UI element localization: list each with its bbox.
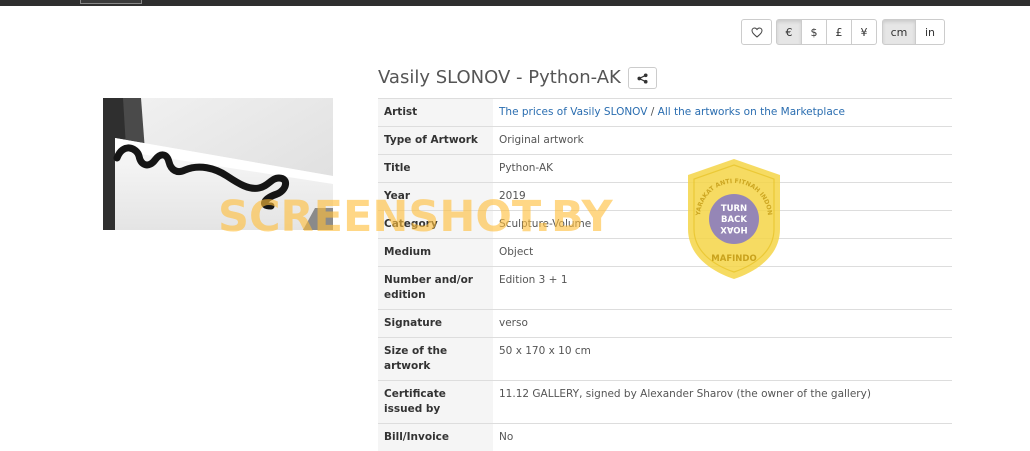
artist-prices-link[interactable]: The prices of Vasily SLONOV <box>499 106 647 118</box>
table-row: Title Python-AK <box>378 155 952 183</box>
table-row: Number and/or edition Edition 3 + 1 <box>378 267 952 310</box>
site-logo[interactable] <box>80 0 142 4</box>
bill-label: Bill/Invoice <box>378 424 493 451</box>
currency-eur-button[interactable]: € <box>776 19 802 45</box>
top-navigation-bar <box>0 0 1030 6</box>
medium-value: Object <box>493 239 952 267</box>
unit-in-button[interactable]: in <box>916 19 945 45</box>
unit-cm-button[interactable]: cm <box>882 19 916 45</box>
year-label: Year <box>378 183 493 211</box>
artist-label: Artist <box>378 99 493 127</box>
link-separator: / <box>647 106 657 118</box>
title-label: Title <box>378 155 493 183</box>
favorite-button[interactable] <box>741 19 772 45</box>
table-row: Signature verso <box>378 310 952 338</box>
page-title: Vasily SLONOV - Python-AK <box>378 67 621 89</box>
table-row: Type of Artwork Original artwork <box>378 127 952 155</box>
table-row: Bill/Invoice No <box>378 424 952 451</box>
table-row: Certificate issued by 11.12 GALLERY, sig… <box>378 381 952 424</box>
artwork-photo[interactable] <box>103 98 333 230</box>
table-row: Artist The prices of Vasily SLONOV / All… <box>378 99 952 127</box>
currency-jpy-button[interactable]: ¥ <box>852 19 877 45</box>
type-value: Original artwork <box>493 127 952 155</box>
category-value: Sculpture-Volume <box>493 211 952 239</box>
marketplace-artworks-link[interactable]: All the artworks on the Marketplace <box>658 106 845 118</box>
size-label: Size of the artwork <box>378 338 493 381</box>
certificate-value: 11.12 GALLERY, signed by Alexander Sharo… <box>493 381 952 424</box>
currency-usd-button[interactable]: $ <box>802 19 827 45</box>
table-row: Category Sculpture-Volume <box>378 211 952 239</box>
edition-label: Number and/or edition <box>378 267 493 310</box>
year-value: 2019 <box>493 183 952 211</box>
artist-value: The prices of Vasily SLONOV / All the ar… <box>493 99 952 127</box>
title-value: Python-AK <box>493 155 952 183</box>
share-icon <box>637 73 648 84</box>
edition-value: Edition 3 + 1 <box>493 267 952 310</box>
table-row: Medium Object <box>378 239 952 267</box>
heart-icon <box>751 27 763 38</box>
currency-gbp-button[interactable]: £ <box>827 19 852 45</box>
category-label: Category <box>378 211 493 239</box>
type-label: Type of Artwork <box>378 127 493 155</box>
certificate-label: Certificate issued by <box>378 381 493 424</box>
size-value: 50 x 170 x 10 cm <box>493 338 952 381</box>
share-button[interactable] <box>628 67 657 89</box>
signature-value: verso <box>493 310 952 338</box>
table-row: Year 2019 <box>378 183 952 211</box>
signature-label: Signature <box>378 310 493 338</box>
artwork-details-table: Artist The prices of Vasily SLONOV / All… <box>378 98 952 451</box>
table-row: Size of the artwork 50 x 170 x 10 cm <box>378 338 952 381</box>
display-options-toolbar: € $ £ ¥ cm in <box>741 19 945 45</box>
bill-value: No <box>493 424 952 451</box>
artwork-header: Vasily SLONOV - Python-AK <box>378 67 657 89</box>
medium-label: Medium <box>378 239 493 267</box>
